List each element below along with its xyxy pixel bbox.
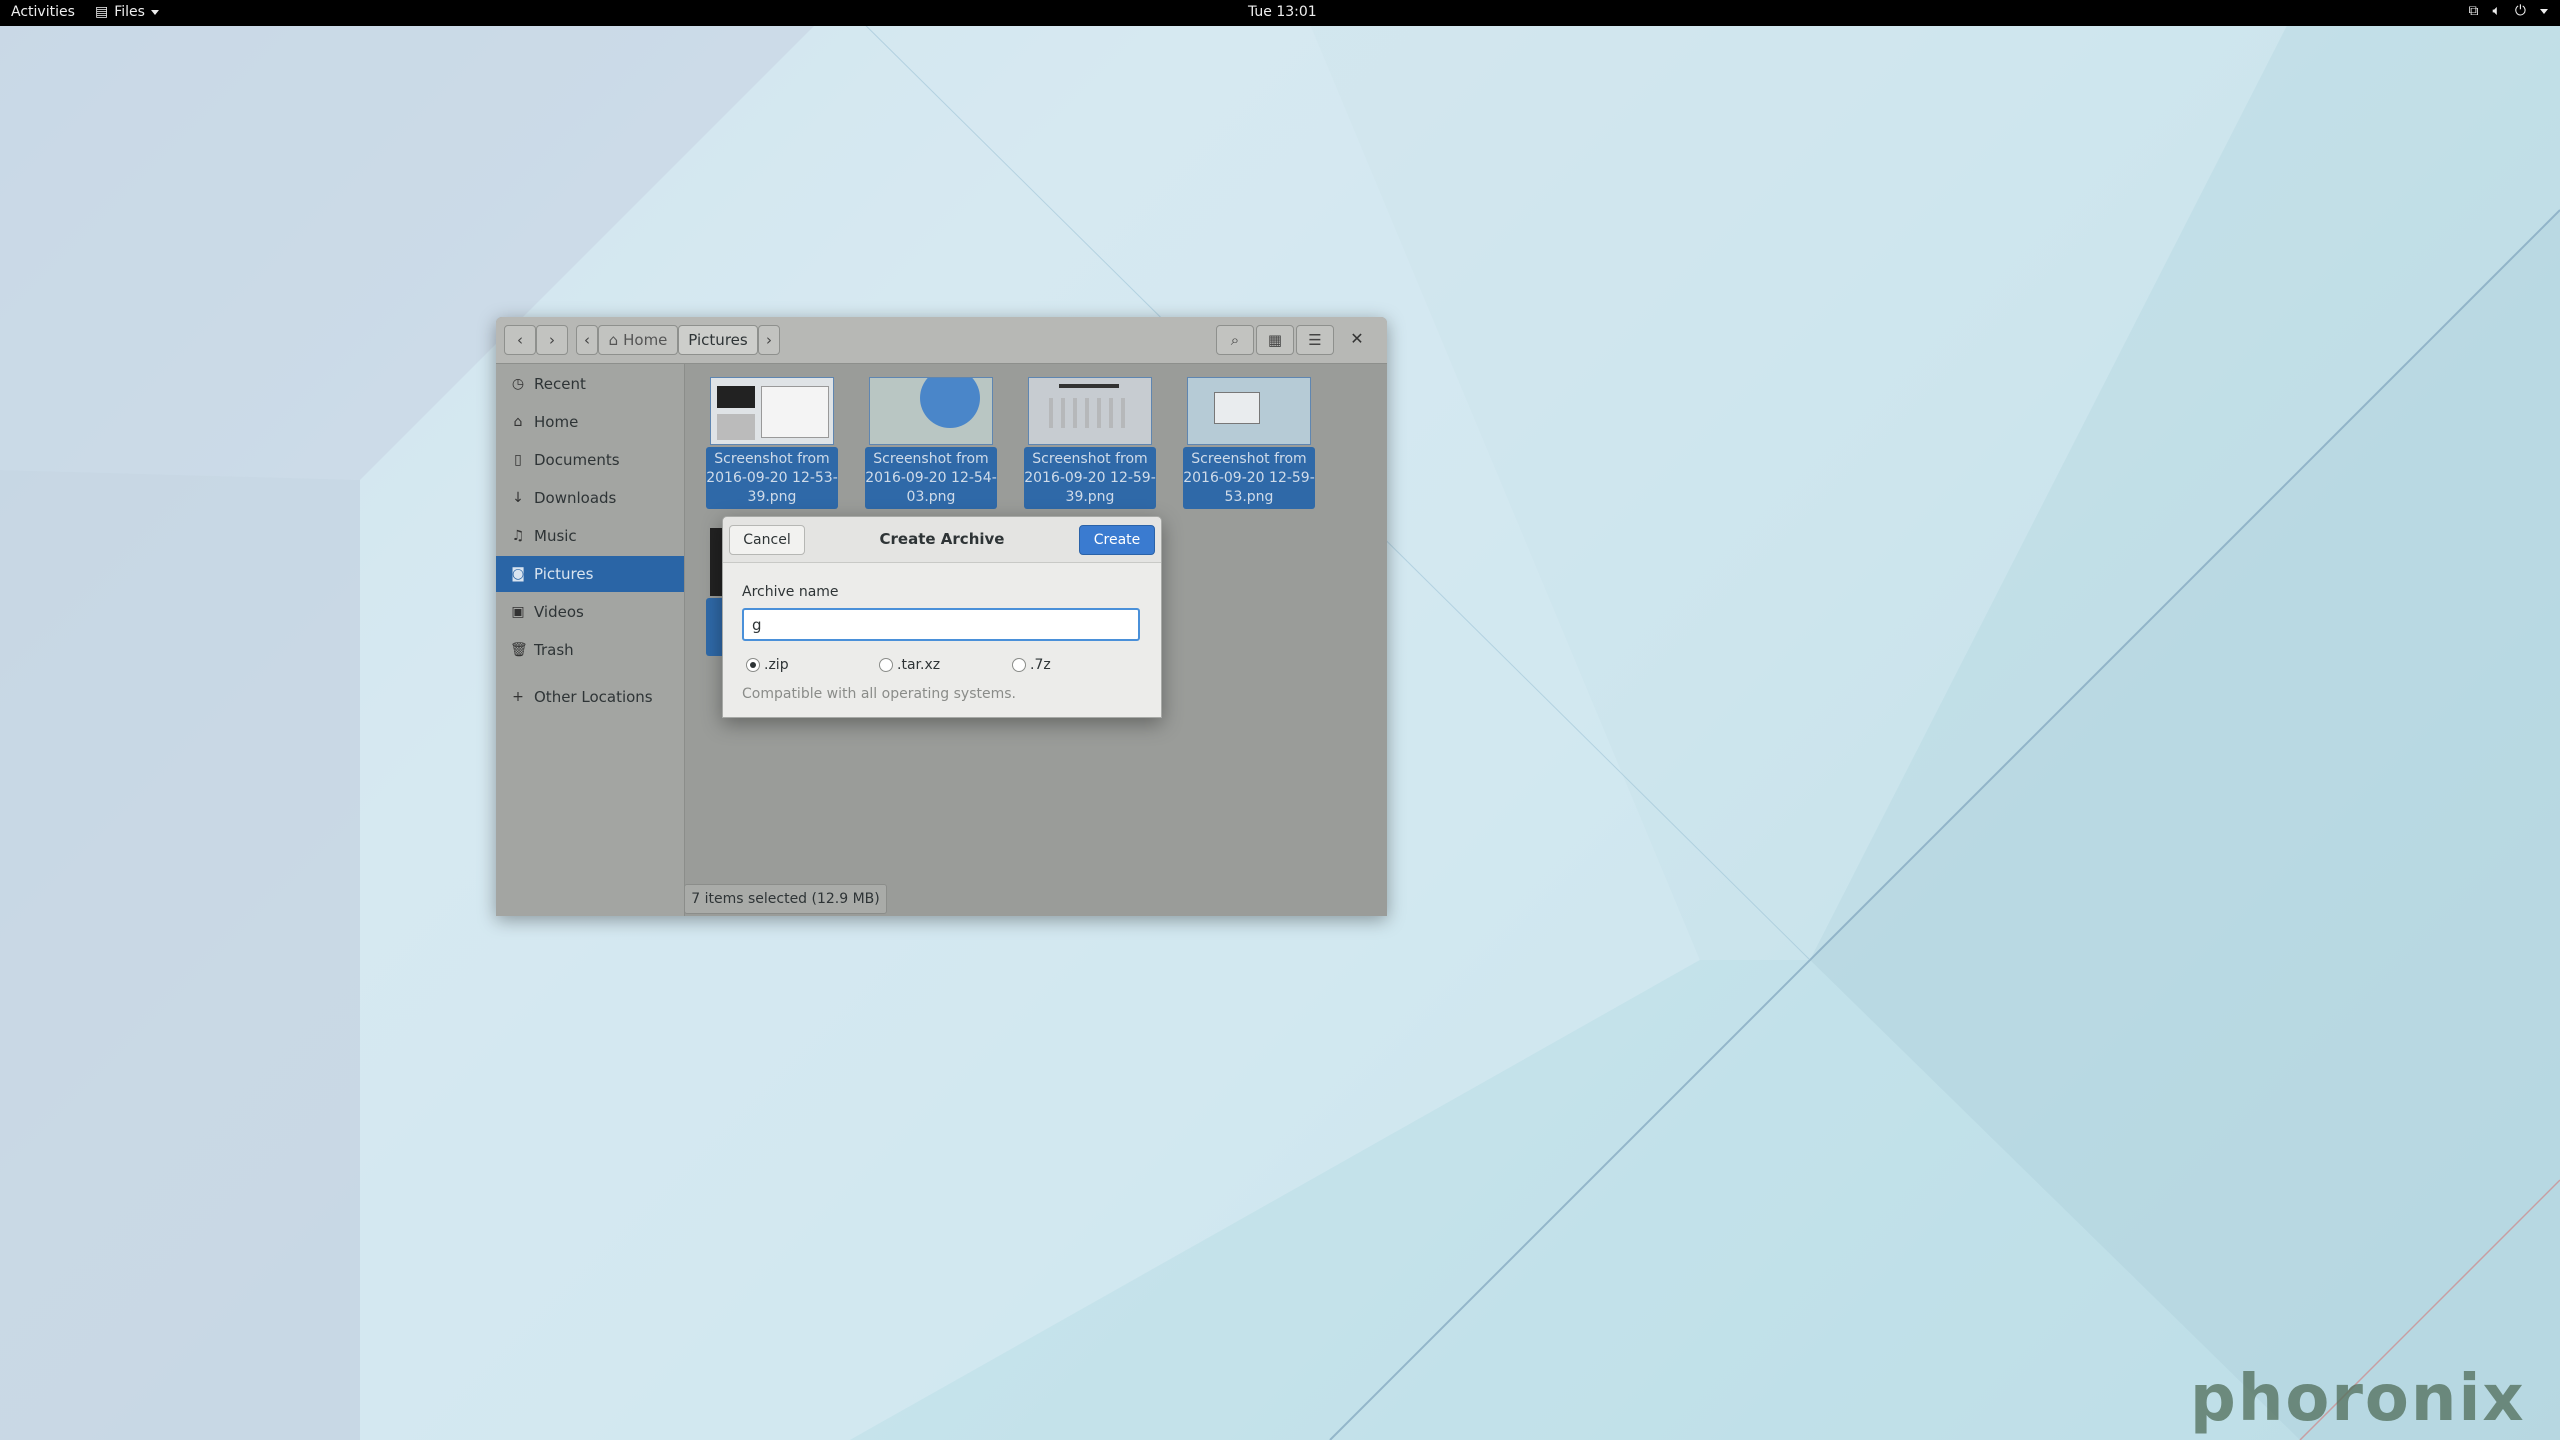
create-button[interactable]: Create <box>1079 525 1155 555</box>
phoronix-watermark: phoronix <box>2190 1362 2526 1436</box>
music-icon: ♫ <box>511 528 525 544</box>
app-menu[interactable]: ▤ Files <box>95 4 159 20</box>
app-menu-label: Files <box>114 4 145 20</box>
network-icon[interactable]: ⧉ <box>2469 3 2479 19</box>
header-bar: ‹ › ‹ ⌂ Home Pictures › ⌕ ▦ ☰ ✕ <box>496 317 1387 364</box>
sidebar-item-label: Home <box>534 413 579 431</box>
archive-name-label: Archive name <box>742 584 839 600</box>
thumbnail-image <box>1187 377 1311 445</box>
breadcrumb-home-label: Home <box>623 331 668 349</box>
sidebar-item-label: Videos <box>534 603 584 621</box>
volume-icon[interactable]: 🔈︎ <box>2493 3 2501 19</box>
view-grid-button[interactable]: ▦ <box>1256 325 1294 355</box>
sidebar-item-downloads[interactable]: ↓ Downloads <box>496 480 684 516</box>
format-label: .tar.xz <box>897 657 941 673</box>
sidebar-item-documents[interactable]: ▯ Documents <box>496 442 684 478</box>
format-radio-tarxz[interactable]: .tar.xz <box>879 657 940 673</box>
status-bar: 7 items selected (12.9 MB) <box>684 884 887 914</box>
plus-icon: + <box>512 689 524 705</box>
system-tray[interactable]: ⧉ 🔈︎ ⏻ <box>2469 3 2548 19</box>
top-bar: Activities ▤ Files Tue 13:01 ⧉ 🔈︎ ⏻ <box>0 0 2560 26</box>
home-icon: ⌂ <box>608 331 619 349</box>
file-label: Screenshot from 2016-09-20 12-59- 53.png <box>1183 447 1315 509</box>
radio-unchecked-icon <box>1012 658 1026 672</box>
home-icon: ⌂ <box>513 414 523 430</box>
format-radio-zip[interactable]: .zip <box>746 657 789 673</box>
path-scroll-left-button[interactable]: ‹ <box>576 325 598 355</box>
thumbnail-image <box>869 377 993 445</box>
video-icon: ▣ <box>511 604 525 620</box>
power-icon[interactable]: ⏻ <box>2515 3 2526 19</box>
breadcrumb-pictures-label: Pictures <box>688 331 748 349</box>
chevron-right-icon: › <box>549 331 555 349</box>
sidebar-item-recent[interactable]: ◷ Recent <box>496 366 684 402</box>
dialog-header: Cancel Create Archive Create <box>723 517 1161 563</box>
create-archive-dialog: Cancel Create Archive Create Archive nam… <box>722 516 1162 718</box>
search-icon: ⌕ <box>1230 331 1240 349</box>
sidebar-item-label: Music <box>534 527 577 545</box>
sidebar-item-home[interactable]: ⌂ Home <box>496 404 684 440</box>
close-button[interactable]: ✕ <box>1342 329 1372 351</box>
sidebar-item-label: Other Locations <box>534 688 653 706</box>
download-icon: ↓ <box>512 490 524 506</box>
chevron-left-icon: ‹ <box>584 331 590 349</box>
forward-button[interactable]: › <box>536 325 568 355</box>
sidebar: ◷ Recent ⌂ Home ▯ Documents ↓ Downloads ♫ Mus… <box>496 364 685 916</box>
back-button[interactable]: ‹ <box>504 325 536 355</box>
close-icon: ✕ <box>1350 329 1364 348</box>
radio-unchecked-icon <box>879 658 893 672</box>
sidebar-item-label: Trash <box>534 641 574 659</box>
thumbnail-image <box>1028 377 1152 445</box>
thumbnail-image <box>710 377 834 445</box>
camera-icon: ◙ <box>511 566 525 582</box>
format-hint: Compatible with all operating systems. <box>742 686 1016 702</box>
format-label: .7z <box>1030 657 1051 673</box>
sidebar-item-trash[interactable]: 🗑︎ Trash <box>496 632 684 668</box>
breadcrumb-pictures[interactable]: Pictures <box>678 325 758 355</box>
trash-icon: 🗑︎ <box>510 642 528 658</box>
file-label: Screenshot from 2016-09-20 12-59- 39.png <box>1024 447 1156 509</box>
hamburger-icon: ☰ <box>1308 331 1322 349</box>
chevron-down-icon <box>150 9 159 15</box>
sidebar-item-videos[interactable]: ▣ Videos <box>496 594 684 630</box>
menu-button[interactable]: ☰ <box>1296 325 1334 355</box>
path-scroll-right-button[interactable]: › <box>758 325 780 355</box>
activities-button[interactable]: Activities <box>11 4 75 20</box>
clock[interactable]: Tue 13:01 <box>1248 4 1317 20</box>
file-label: Screenshot from 2016-09-20 12-53- 39.png <box>706 447 838 509</box>
sidebar-item-pictures[interactable]: ◙ Pictures <box>496 556 684 592</box>
document-icon: ▯ <box>514 452 522 468</box>
chevron-right-icon: › <box>766 331 772 349</box>
format-radio-7z[interactable]: .7z <box>1012 657 1051 673</box>
sidebar-item-music[interactable]: ♫ Music <box>496 518 684 554</box>
grid-icon: ▦ <box>1267 331 1283 349</box>
radio-checked-icon <box>746 658 760 672</box>
sidebar-item-label: Pictures <box>534 565 594 583</box>
chevron-left-icon: ‹ <box>517 331 523 349</box>
search-button[interactable]: ⌕ <box>1216 325 1254 355</box>
clock-icon: ◷ <box>511 376 525 392</box>
archive-name-input[interactable] <box>742 608 1140 641</box>
format-label: .zip <box>764 657 789 673</box>
file-label: Screenshot from 2016-09-20 12-54- 03.png <box>865 447 997 509</box>
sidebar-item-label: Downloads <box>534 489 617 507</box>
sidebar-item-label: Documents <box>534 451 620 469</box>
files-app-icon: ▤ <box>95 4 109 20</box>
sidebar-item-label: Recent <box>534 375 586 393</box>
sidebar-item-other-locations[interactable]: + Other Locations <box>496 679 684 715</box>
chevron-down-icon[interactable] <box>2540 8 2548 14</box>
breadcrumb-home[interactable]: ⌂ Home <box>598 325 678 355</box>
